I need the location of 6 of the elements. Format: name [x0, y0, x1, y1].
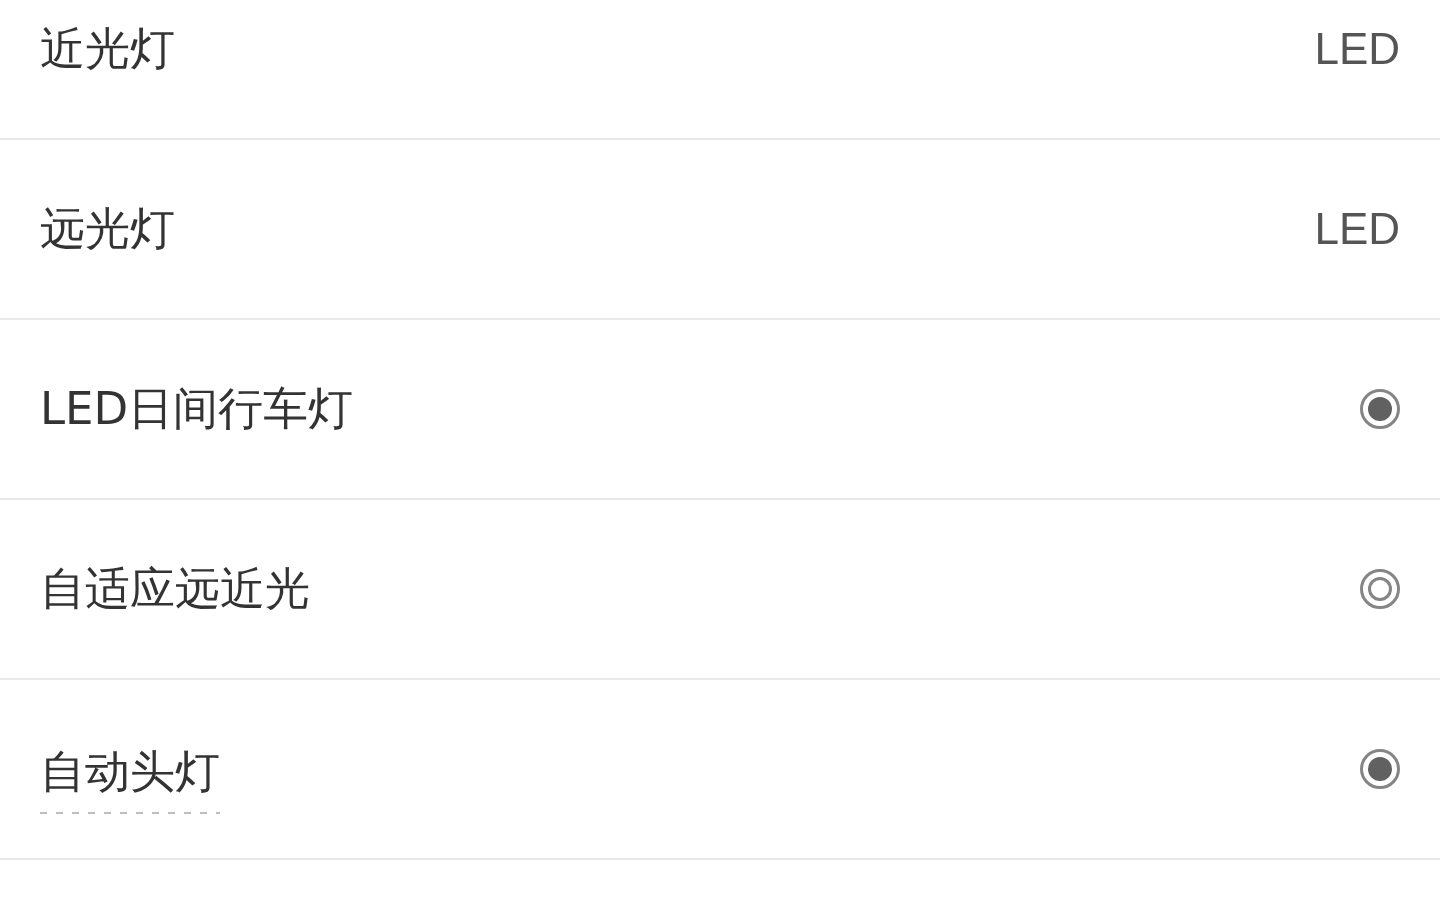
spec-value: LED	[1314, 23, 1400, 75]
spec-label: 自适应远近光	[40, 561, 310, 617]
spec-value: LED	[1314, 203, 1400, 255]
spec-label: 近光灯	[40, 21, 175, 77]
spec-label: 远光灯	[40, 201, 175, 257]
spec-label: LED日间行车灯	[40, 381, 354, 437]
